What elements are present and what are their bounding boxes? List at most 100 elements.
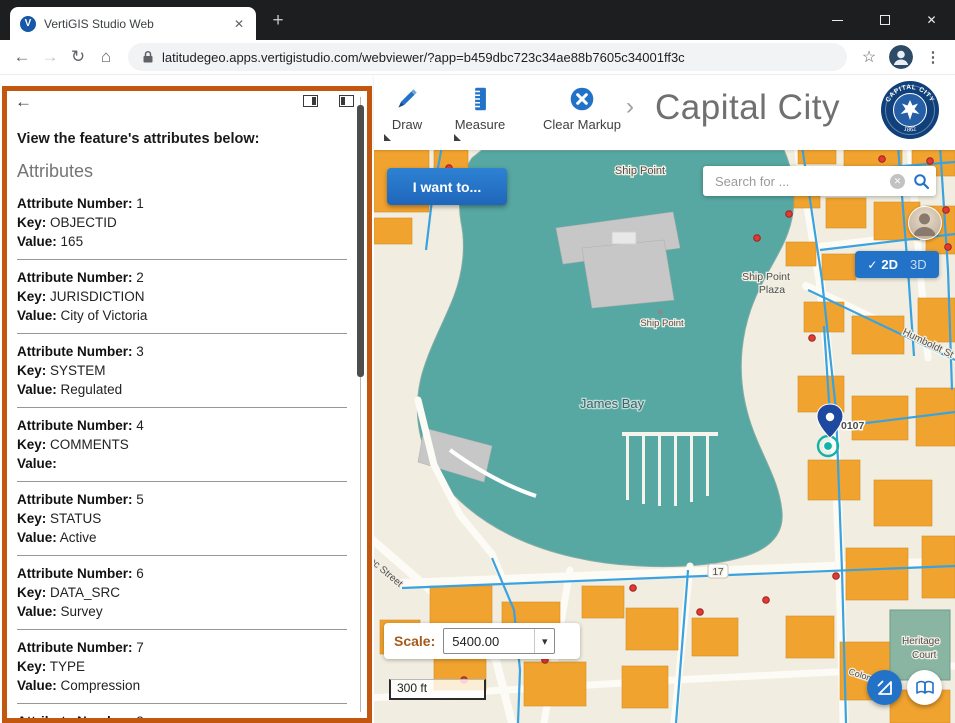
- attribute-number-line: Attribute Number: 6: [17, 564, 347, 583]
- tab-close-icon[interactable]: ✕: [230, 15, 248, 33]
- bookmarks-button[interactable]: [907, 670, 942, 705]
- map-label-ship-point-plaza-1: Ship Point: [742, 271, 790, 283]
- attribute-number-line: Attribute Number: 2: [17, 268, 347, 287]
- browser-navbar: ← → ↻ ⌂ latitudegeo.apps.vertigistudio.c…: [0, 40, 955, 75]
- attribute-key-line: Key: JURISDICTION: [17, 287, 347, 306]
- search-box: ✕: [703, 166, 936, 196]
- measure-label: Measure: [455, 117, 506, 132]
- panel-body: View the feature's attributes below: Att…: [7, 115, 367, 723]
- browser-back-button[interactable]: ←: [8, 43, 36, 71]
- scale-widget: Scale: 5400.00 ▾: [384, 623, 580, 659]
- attribute-number-line: Attribute Number: 1: [17, 194, 347, 213]
- tab-title: VertiGIS Studio Web: [44, 17, 230, 31]
- address-bar[interactable]: latitudegeo.apps.vertigistudio.com/webvi…: [128, 43, 847, 71]
- search-icon[interactable]: [913, 173, 930, 190]
- attribute-block: Attribute Number: 8 Key: Value:: [17, 704, 347, 723]
- bookmark-star-icon[interactable]: ☆: [855, 43, 883, 71]
- attribute-number-line: Attribute Number: 4: [17, 416, 347, 435]
- scale-label: Scale:: [394, 633, 435, 649]
- attribute-key-line: Key: STATUS: [17, 509, 347, 528]
- attribute-list: Attribute Number: 1 Key: OBJECTID Value:…: [17, 186, 351, 723]
- browser-home-button[interactable]: ⌂: [92, 43, 120, 71]
- browser-profile-avatar[interactable]: [889, 45, 913, 69]
- measure-tool-button[interactable]: Measure: [452, 85, 508, 133]
- map-label-ship-point-pier: Ship Point: [640, 318, 684, 329]
- scalebar: 300 ft: [389, 679, 486, 700]
- map-label-ship-point: Ship Point: [615, 165, 665, 177]
- toolbar-overflow-chevron-icon[interactable]: ›: [626, 93, 634, 121]
- window-controls: ✕: [814, 0, 955, 40]
- window-minimize-button[interactable]: [814, 0, 861, 40]
- attribute-value-line: Value: Survey: [17, 602, 347, 621]
- sketch-icon: [876, 679, 894, 697]
- browser-tab[interactable]: V VertiGIS Studio Web ✕: [10, 7, 256, 40]
- scrollbar-thumb[interactable]: [357, 105, 364, 377]
- clear-markup-label: Clear Markup: [543, 117, 621, 132]
- attribute-key-line: Key: COMMENTS: [17, 435, 347, 454]
- sketch-tools-button[interactable]: [867, 670, 902, 705]
- map-label-ship-point-plaza-2: Plaza: [759, 284, 785, 296]
- view-mode-toggle: ✓ 2D 3D: [855, 251, 939, 278]
- browser-reload-button[interactable]: ↻: [64, 43, 92, 71]
- attribute-key-line: Key: TYPE: [17, 657, 347, 676]
- window-close-button[interactable]: ✕: [908, 0, 955, 40]
- attribute-block: Attribute Number: 7 Key: TYPE Value: Com…: [17, 630, 347, 704]
- view-2d-button[interactable]: 2D: [881, 257, 898, 272]
- capital-city-logo: CAPITAL CITY 1862: [880, 80, 940, 140]
- map-label-heritage: Heritage: [902, 636, 940, 647]
- attribute-value-line: Value: Compression: [17, 676, 347, 695]
- attribute-block: Attribute Number: 5 Key: STATUS Value: A…: [17, 482, 347, 556]
- clear-markup-button[interactable]: Clear Markup: [542, 85, 622, 133]
- water-james-bay[interactable]: [417, 150, 794, 567]
- view-3d-button[interactable]: 3D: [910, 257, 927, 272]
- dock-panel-left-icon[interactable]: [339, 95, 354, 107]
- map-label-james-bay: James Bay: [580, 396, 645, 411]
- poi-dot: [658, 310, 663, 315]
- draw-label: Draw: [392, 117, 422, 132]
- attribute-key-line: Key: SYSTEM: [17, 361, 347, 380]
- scale-dropdown[interactable]: 5400.00 ▾: [443, 628, 555, 654]
- person-icon: [889, 45, 913, 69]
- app-content: ← View the feature's attributes below: A…: [0, 75, 955, 723]
- map-label-route-17: 17: [712, 567, 724, 578]
- panel-intro-text: View the feature's attributes below:: [17, 131, 351, 147]
- maximize-icon: [880, 15, 890, 25]
- new-tab-button[interactable]: +: [266, 9, 290, 33]
- attribute-key-line: Key: OBJECTID: [17, 213, 347, 232]
- person-photo-icon: [909, 207, 940, 238]
- open-book-icon: [915, 680, 935, 696]
- attribute-number-line: Attribute Number: 7: [17, 638, 347, 657]
- url-text: latitudegeo.apps.vertigistudio.com/webvi…: [162, 50, 685, 65]
- attribute-value-line: Value:: [17, 454, 347, 473]
- search-clear-icon[interactable]: ✕: [890, 174, 905, 189]
- lock-icon: [142, 50, 154, 64]
- attribute-block: Attribute Number: 6 Key: DATA_SRC Value:…: [17, 556, 347, 630]
- search-input[interactable]: [713, 173, 890, 190]
- attribute-key-line: Key: DATA_SRC: [17, 583, 347, 602]
- map-label-court: Court: [912, 650, 937, 661]
- panel-back-button[interactable]: ←: [15, 92, 32, 112]
- i-want-to-button[interactable]: I want to...: [387, 168, 507, 205]
- pencil-icon: [393, 85, 421, 113]
- user-avatar[interactable]: [908, 206, 942, 240]
- browser-menu-button[interactable]: ⋮: [919, 43, 947, 71]
- attributes-heading: Attributes: [17, 161, 351, 182]
- attribute-value-line: Value: Regulated: [17, 380, 347, 399]
- subtools-indicator-icon: [384, 134, 391, 141]
- app-toolbar: Draw Measure: [374, 75, 955, 150]
- attribute-number-line: Attribute Number: 3: [17, 342, 347, 361]
- window-maximize-button[interactable]: [861, 0, 908, 40]
- pier-building: [612, 232, 636, 244]
- attribute-block: Attribute Number: 4 Key: COMMENTS Value:: [17, 408, 347, 482]
- attributes-panel: ← View the feature's attributes below: A…: [2, 86, 372, 723]
- browser-forward-button[interactable]: →: [36, 43, 64, 71]
- dock-panel-right-icon[interactable]: [303, 95, 318, 107]
- draw-tool-button[interactable]: Draw: [382, 85, 432, 133]
- panel-header: ←: [7, 91, 367, 115]
- attribute-number-line: Attribute Number: 5: [17, 490, 347, 509]
- marker-label-0107: 0107: [841, 420, 865, 432]
- map-canvas[interactable]: 17 Ship Point Ship Point Plaza Ship Poin…: [374, 150, 955, 723]
- attribute-value-line: Value: City of Victoria: [17, 306, 347, 325]
- attribute-value-line: Value: 165: [17, 232, 347, 251]
- check-icon: ✓: [867, 258, 877, 272]
